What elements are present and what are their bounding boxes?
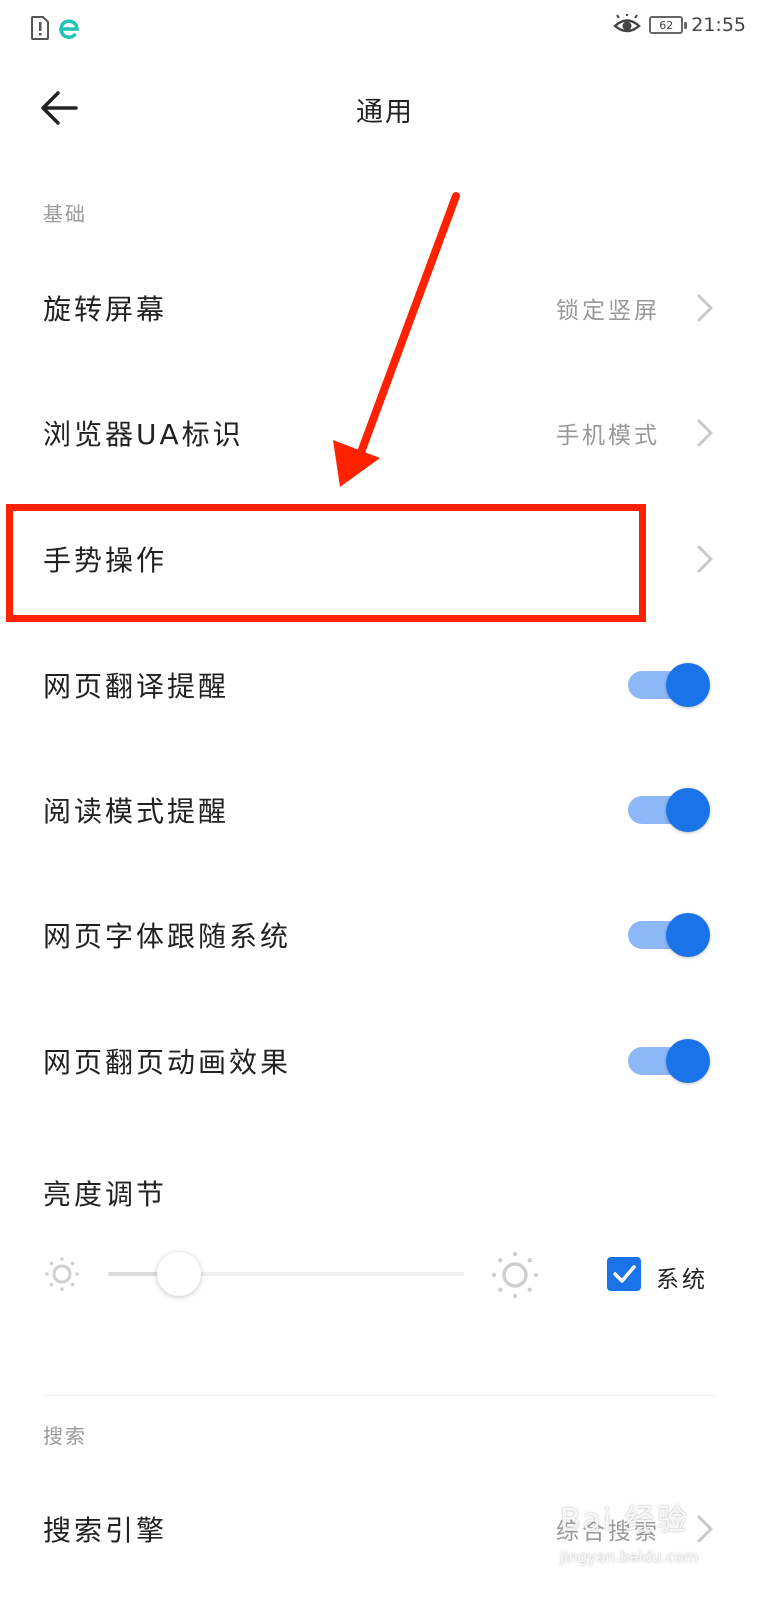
status-bar: 62 21:55 [0,0,770,60]
row-font-follow-system: 网页字体跟随系统 [0,872,770,998]
watermark: Bai 经验 [560,1503,689,1538]
row-label: 旋转屏幕 [43,293,168,326]
row-label: 网页翻译提醒 [43,670,230,703]
browser-e-icon [59,19,79,39]
brightness-slider[interactable] [108,1252,464,1296]
brightness-low-icon [45,1257,79,1291]
row-translate-reminder: 网页翻译提醒 [0,622,770,748]
row-value: 手机模式 [556,423,660,449]
row-gesture[interactable]: 手势操作 [0,496,770,622]
toggle-knob [666,788,710,832]
row-label: 阅读模式提醒 [43,795,230,828]
eye-comfort-icon [613,14,642,33]
row-label: 搜索引擎 [43,1514,168,1547]
toggle-knob [666,1039,710,1083]
font-follow-toggle[interactable] [628,913,710,957]
row-label: 网页字体跟随系统 [43,920,292,953]
brightness-label: 亮度调节 [43,1178,168,1211]
app-header: 通用 [0,70,770,150]
chevron-right-icon [697,294,713,322]
toggle-knob [666,913,710,957]
system-brightness-checkbox[interactable] [607,1257,641,1291]
row-browser-ua[interactable]: 浏览器UA标识 手机模式 [0,370,770,496]
page-animation-toggle[interactable] [628,1039,710,1083]
section-divider [43,1395,715,1396]
battery-icon: 62 [649,16,688,34]
watermark-url: jingyan.baidu.com [560,1548,699,1566]
row-label: 手势操作 [43,544,168,577]
brightness-high-icon [491,1251,539,1299]
row-page-animation: 网页翻页动画效果 [0,998,770,1124]
section-title-search: 搜索 [43,1424,87,1448]
chevron-right-icon [697,545,713,573]
row-label: 网页翻页动画效果 [43,1046,292,1079]
row-reading-mode-reminder: 阅读模式提醒 [0,747,770,873]
section-title-basic: 基础 [43,202,87,226]
sim-alert-icon [31,16,49,40]
chevron-right-icon [697,419,713,447]
battery-level: 62 [659,18,674,32]
system-brightness-label: 系统 [656,1267,708,1293]
row-rotate-screen[interactable]: 旋转屏幕 锁定竖屏 [0,245,770,371]
page-title: 通用 [356,97,414,128]
status-right: 62 21:55 [613,14,746,36]
row-value: 锁定竖屏 [556,298,660,324]
status-left [30,16,82,40]
toggle-knob [666,663,710,707]
translate-toggle[interactable] [628,663,710,707]
slider-thumb[interactable] [157,1252,202,1296]
check-icon [613,1265,636,1283]
status-time: 21:55 [691,14,746,36]
chevron-right-icon [697,1515,713,1543]
reading-mode-toggle[interactable] [628,788,710,832]
row-label: 浏览器UA标识 [43,418,244,451]
